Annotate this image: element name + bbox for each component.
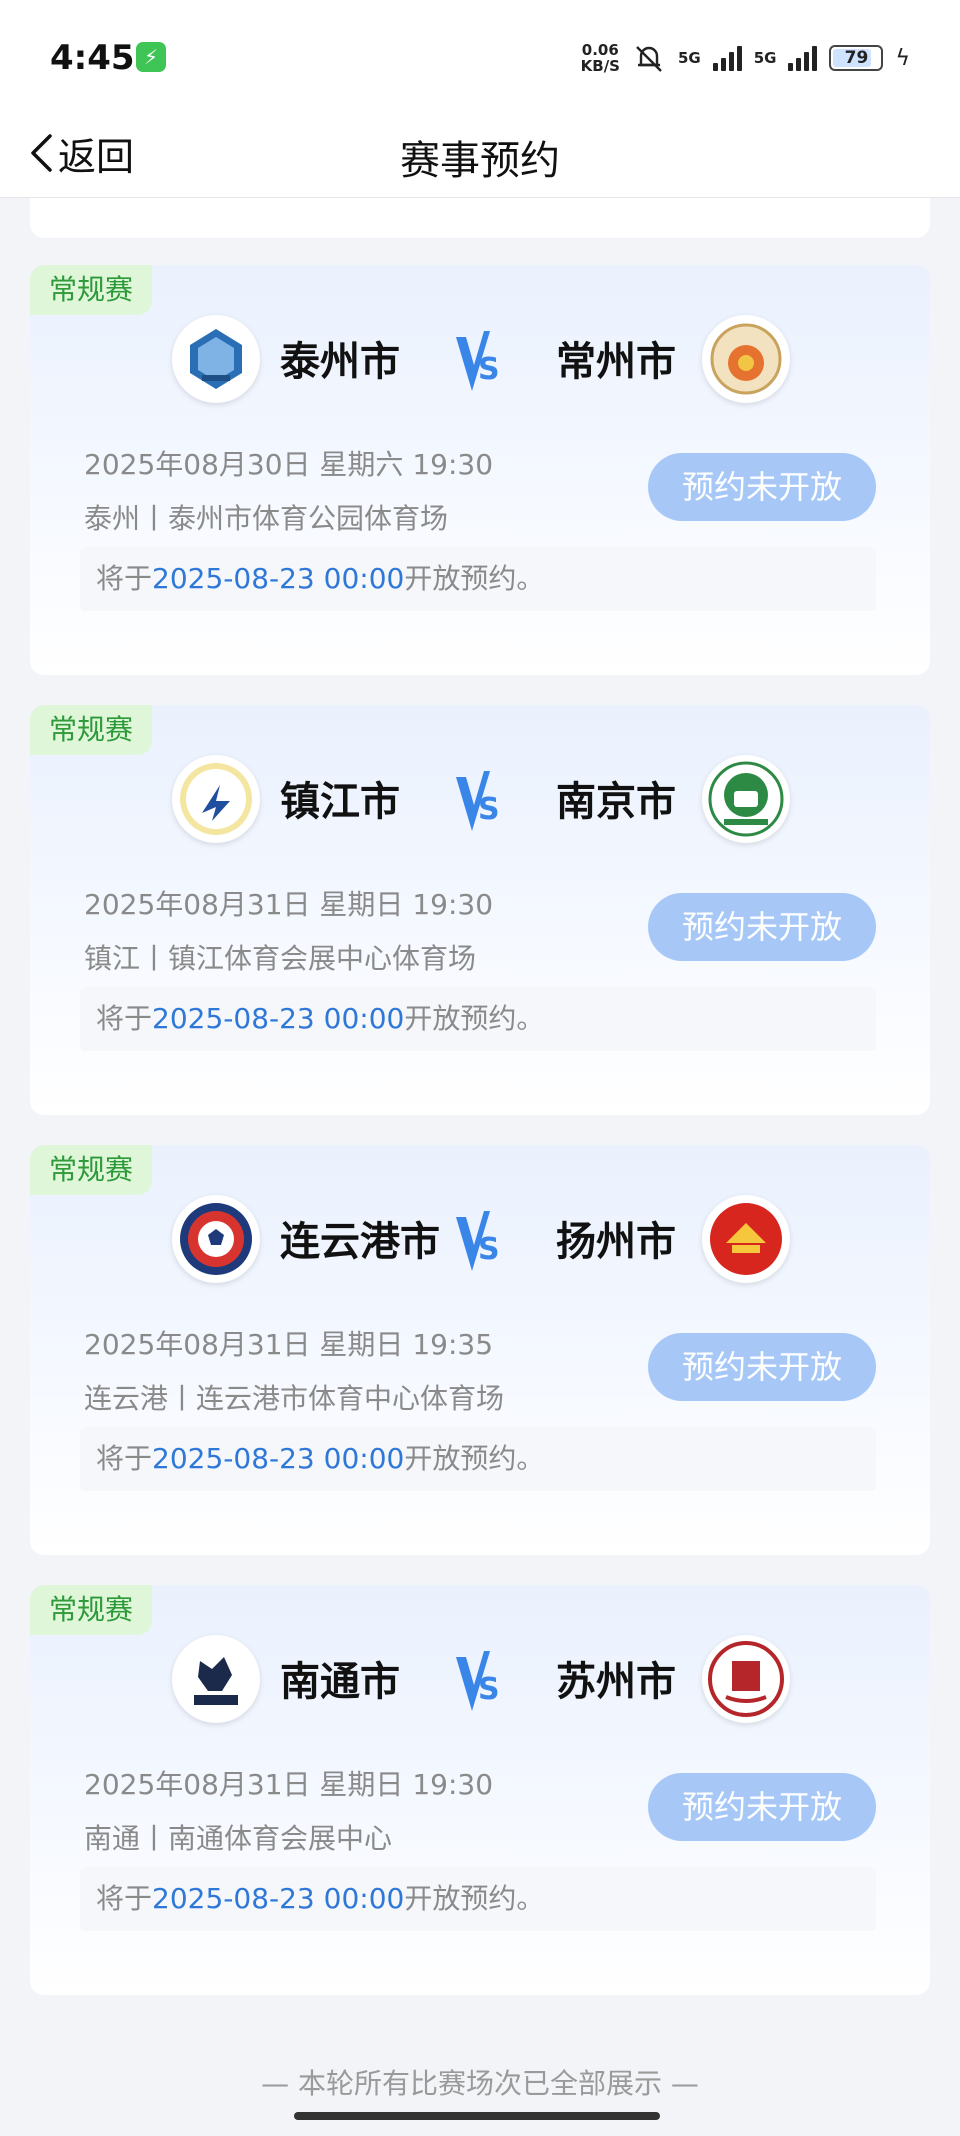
match-datetime: 2025年08月30日 星期六 19:30: [84, 448, 494, 481]
away-team-logo: [702, 1635, 790, 1723]
open-time: 2025-08-23 00:00: [152, 1442, 405, 1475]
reserve-button[interactable]: 预约未开放: [648, 893, 876, 961]
svg-text:S: S: [478, 1232, 500, 1267]
match-card: 常规赛 南通市 S 苏州市 2025年08月31日 星期日 19:30 南通丨南…: [30, 1585, 930, 1995]
home-team-name: 镇江市: [280, 779, 400, 825]
match-type-tag: 常规赛: [30, 1145, 152, 1195]
network-speed: 0.06 KB/S: [580, 41, 620, 75]
open-time: 2025-08-23 00:00: [152, 1882, 405, 1915]
match-card: 常规赛 镇江市 S 南京市 2025年08月31日 星期日 19:30 镇江丨镇…: [30, 705, 930, 1115]
vs-icon: S: [456, 771, 500, 831]
page-title: 赛事预约: [400, 138, 560, 184]
home-team-name: 泰州市: [280, 339, 400, 385]
charging-bolt-icon: ϟ: [895, 45, 910, 71]
match-card: 常规赛 泰州市 S 常州市 2025年08月30日 星期六 19:30 泰州丨泰…: [30, 265, 930, 675]
away-team-name: 常州市: [556, 339, 676, 385]
vs-icon: S: [456, 1651, 500, 1711]
svg-text:S: S: [478, 1672, 500, 1707]
open-notice: 将于2025-08-23 00:00开放预约。: [80, 1867, 876, 1931]
vs-icon: S: [456, 1211, 500, 1271]
open-notice: 将于2025-08-23 00:00开放预约。: [80, 1427, 876, 1491]
status-icons: 0.06 KB/S 5G 5G 79 ϟ: [581, 38, 910, 78]
match-venue: 连云港丨连云港市体育中心体育场: [84, 1382, 505, 1415]
open-notice: 将于2025-08-23 00:00开放预约。: [80, 987, 876, 1051]
status-bar: 4:45 ⚡ 0.06 KB/S 5G 5G 79 ϟ: [0, 0, 960, 108]
previous-card-fragment: [30, 198, 930, 238]
away-team-name: 南京市: [556, 779, 676, 825]
home-indicator[interactable]: [294, 2112, 660, 2120]
match-datetime: 2025年08月31日 星期日 19:30: [84, 1768, 494, 1801]
sim1-network-label: 5G: [677, 49, 701, 67]
nav-bar: 返回 赛事预约: [0, 108, 960, 198]
away-team-name: 扬州市: [556, 1219, 676, 1265]
home-team-logo: [172, 755, 260, 843]
sim1-signal-icon: [712, 45, 742, 71]
reserve-button[interactable]: 预约未开放: [648, 1773, 876, 1841]
match-venue: 南通丨南通体育会展中心: [84, 1822, 393, 1855]
battery-icon: 79: [829, 45, 884, 71]
match-type-tag: 常规赛: [30, 705, 152, 755]
home-team-name: 连云港市: [280, 1219, 440, 1265]
match-datetime: 2025年08月31日 星期日 19:30: [84, 888, 494, 921]
match-datetime: 2025年08月31日 星期日 19:35: [84, 1328, 494, 1361]
sim2-signal-icon: [788, 45, 818, 71]
reserve-button[interactable]: 预约未开放: [648, 1333, 876, 1401]
away-team-logo: [702, 755, 790, 843]
match-type-tag: 常规赛: [30, 265, 152, 315]
open-time: 2025-08-23 00:00: [152, 562, 405, 595]
away-team-logo: [702, 315, 790, 403]
match-venue: 泰州丨泰州市体育公园体育场: [84, 502, 449, 535]
away-team-logo: [702, 1195, 790, 1283]
battery-level: 79: [844, 48, 869, 68]
list-end-note: — 本轮所有比赛场次已全部展示 —: [261, 2067, 699, 2100]
away-team-name: 苏州市: [556, 1659, 676, 1705]
svg-text:S: S: [478, 352, 500, 387]
sim2-network-label: 5G: [753, 49, 777, 67]
home-team-logo: [172, 1195, 260, 1283]
match-venue: 镇江丨镇江体育会展中心体育场: [84, 942, 477, 975]
home-team-logo: [172, 1635, 260, 1723]
home-team-name: 南通市: [280, 1659, 400, 1705]
silent-bell-icon: [636, 46, 662, 72]
match-card: 常规赛 连云港市 S 扬州市 2025年08月31日 星期日 19:35 连云港…: [30, 1145, 930, 1555]
home-team-logo: [172, 315, 260, 403]
open-time: 2025-08-23 00:00: [152, 1002, 405, 1035]
reserve-button[interactable]: 预约未开放: [648, 453, 876, 521]
svg-text:S: S: [478, 792, 500, 827]
status-time: 4:45: [50, 38, 135, 78]
open-notice: 将于2025-08-23 00:00开放预约。: [80, 547, 876, 611]
charging-icon: ⚡: [136, 42, 166, 72]
vs-icon: S: [456, 331, 500, 391]
match-type-tag: 常规赛: [30, 1585, 152, 1635]
